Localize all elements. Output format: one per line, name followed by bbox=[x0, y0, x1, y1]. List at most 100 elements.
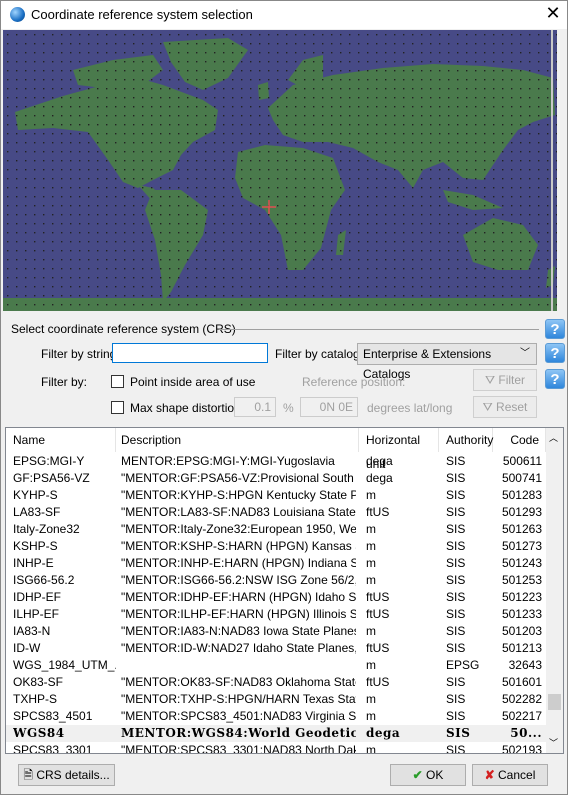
cell-code: 501223 bbox=[501, 590, 542, 604]
max-shape-label: Max shape distortion: bbox=[130, 401, 245, 415]
table-row[interactable]: SPCS83_4501 "MENTOR:SPCS83_4501:NAD83 Vir… bbox=[6, 708, 546, 725]
table-row[interactable]: SPCS83_3301 "MENTOR:SPCS83_3301:NAD83 Nor… bbox=[6, 742, 546, 754]
column-header-authority[interactable]: Authority bbox=[439, 428, 493, 452]
degrees-label: degrees lat/long bbox=[367, 401, 453, 415]
filter-button[interactable]: ⛛ Filter bbox=[473, 369, 537, 391]
max-shape-checkbox[interactable] bbox=[111, 401, 124, 414]
scroll-down-icon[interactable]: ﹀ bbox=[549, 736, 558, 749]
point-inside-checkbox[interactable] bbox=[111, 375, 124, 388]
cell-description: "MENTOR:KYHP-S:HPGN Kentucky State Pla..… bbox=[121, 488, 356, 502]
cell-authority: SIS bbox=[446, 624, 466, 638]
cell-code: 50... bbox=[510, 726, 542, 740]
table-row[interactable]: KYHP-S "MENTOR:KYHP-S:HPGN Kentucky State… bbox=[6, 487, 546, 504]
table-row[interactable]: WGS84 MENTOR:WGS84:World Geodetic Sy... de… bbox=[6, 725, 546, 742]
cell-description: "MENTOR:IA83-N:NAD83 Iowa State Planes, … bbox=[121, 624, 356, 638]
cancel-button[interactable]: ✘ Cancel bbox=[472, 764, 548, 786]
cell-horizontal-unit: m bbox=[366, 488, 376, 502]
cell-name: SPCS83_3301 bbox=[13, 743, 93, 754]
help-icon[interactable]: ? bbox=[545, 343, 565, 363]
chevron-down-icon: ﹀ bbox=[520, 348, 530, 359]
cell-description: "MENTOR:ISG66-56.2:NSW ISG Zone 56/2, ..… bbox=[121, 573, 356, 587]
table-row[interactable]: KSHP-S "MENTOR:KSHP-S:HARN (HPGN) Kansas … bbox=[6, 538, 546, 555]
table-row[interactable]: EPSG:MGI-Y MENTOR:EPSG:MGI-Y:MGI-Yugoslav… bbox=[6, 453, 546, 470]
distortion-input[interactable]: 0.1 bbox=[234, 397, 276, 417]
checkmark-icon: ✔ bbox=[412, 768, 423, 782]
table-row[interactable]: GF:PSA56-VZ "MENTOR:GF:PSA56-VZ:Provision… bbox=[6, 470, 546, 487]
vertical-scrollbar[interactable]: ︿ ﹀ bbox=[546, 428, 563, 753]
catalog-dropdown[interactable]: Enterprise & Extensions Catalogs ﹀ bbox=[357, 343, 537, 381]
cancel-x-icon: ✘ bbox=[484, 768, 495, 782]
cell-authority: SIS bbox=[446, 709, 466, 723]
cell-description: "MENTOR:LA83-SF:NAD83 Louisiana State Pl… bbox=[121, 505, 356, 519]
cell-code: 32643 bbox=[508, 658, 542, 672]
reset-button[interactable]: ⛛ Reset bbox=[473, 396, 537, 418]
cell-code: 501263 bbox=[501, 522, 542, 536]
cell-authority: SIS bbox=[446, 726, 471, 740]
group-divider bbox=[219, 329, 539, 330]
cell-name: SPCS83_4501 bbox=[13, 709, 93, 723]
column-header-horizontal-unit[interactable]: Horizontal unit bbox=[359, 428, 439, 471]
reset-filter-icon: ⛛ bbox=[482, 400, 493, 414]
table-row[interactable]: WGS_1984_UTM_... m EPSG 32643 bbox=[6, 657, 546, 674]
cell-description: "MENTOR:INHP-E:HARN (HPGN) Indiana Sta..… bbox=[121, 556, 356, 570]
filter-string-input[interactable] bbox=[112, 343, 268, 363]
table-row[interactable]: TXHP-S "MENTOR:TXHP-S:HPGN/HARN Texas Sta… bbox=[6, 691, 546, 708]
cell-horizontal-unit: dega bbox=[366, 726, 401, 740]
cell-description: "MENTOR:SPCS83_4501:NAD83 Virginia Stat.… bbox=[121, 709, 356, 723]
cell-authority: SIS bbox=[446, 505, 466, 519]
help-icon[interactable]: ? bbox=[545, 369, 565, 389]
cell-authority: SIS bbox=[446, 454, 466, 468]
cell-name: EPSG:MGI-Y bbox=[13, 454, 85, 468]
cell-authority: SIS bbox=[446, 556, 466, 570]
cell-description: "MENTOR:SPCS83_3301:NAD83 North Dako... bbox=[121, 743, 356, 754]
table-row[interactable]: INHP-E "MENTOR:INHP-E:HARN (HPGN) Indiana… bbox=[6, 555, 546, 572]
column-header-description[interactable]: Description bbox=[116, 428, 359, 452]
help-icon[interactable]: ? bbox=[545, 319, 565, 339]
crs-table[interactable]: Name Description Horizontal unit Authori… bbox=[5, 427, 564, 754]
cell-name: ILHP-EF bbox=[13, 607, 60, 621]
cell-description: "MENTOR:GF:PSA56-VZ:Provisional South A.… bbox=[121, 471, 356, 485]
ok-button[interactable]: ✔ OK bbox=[390, 764, 466, 786]
cell-code: 501233 bbox=[501, 607, 542, 621]
cell-code: 501283 bbox=[501, 488, 542, 502]
table-row[interactable]: IDHP-EF "MENTOR:IDHP-EF:HARN (HPGN) Idaho… bbox=[6, 589, 546, 606]
close-icon[interactable]: ✕ bbox=[541, 3, 565, 24]
position-input[interactable]: 0N 0E bbox=[300, 397, 358, 417]
cell-authority: SIS bbox=[446, 675, 466, 689]
cell-code: 501253 bbox=[501, 573, 542, 587]
cell-description: "MENTOR:ID-W:NAD27 Idaho State Planes, .… bbox=[121, 641, 356, 655]
cell-authority: SIS bbox=[446, 743, 466, 754]
table-row[interactable]: ILHP-EF "MENTOR:ILHP-EF:HARN (HPGN) Illin… bbox=[6, 606, 546, 623]
table-row[interactable]: IA83-N "MENTOR:IA83-N:NAD83 Iowa State Pl… bbox=[6, 623, 546, 640]
column-header-code[interactable]: Code bbox=[493, 428, 546, 452]
column-header-name[interactable]: Name bbox=[6, 428, 116, 452]
cell-description: MENTOR:WGS84:World Geodetic Sy... bbox=[121, 726, 356, 740]
cell-horizontal-unit: m bbox=[366, 624, 376, 638]
cell-horizontal-unit: m bbox=[366, 556, 376, 570]
cell-name: ISG66-56.2 bbox=[13, 573, 75, 587]
table-row[interactable]: Italy-Zone32 "MENTOR:Italy-Zone32:Europea… bbox=[6, 521, 546, 538]
cell-description: "MENTOR:Italy-Zone32:European 1950, West… bbox=[121, 522, 356, 536]
cell-code: 501243 bbox=[501, 556, 542, 570]
cell-horizontal-unit: m bbox=[366, 573, 376, 587]
cell-code: 501293 bbox=[501, 505, 542, 519]
cell-name: WGS84 bbox=[13, 726, 65, 740]
table-row[interactable]: ISG66-56.2 "MENTOR:ISG66-56.2:NSW ISG Zon… bbox=[6, 572, 546, 589]
table-row[interactable]: OK83-SF "MENTOR:OK83-SF:NAD83 Oklahoma St… bbox=[6, 674, 546, 691]
scroll-up-icon[interactable]: ︿ bbox=[549, 431, 558, 444]
scroll-thumb[interactable] bbox=[548, 694, 561, 710]
cell-horizontal-unit: m bbox=[366, 692, 376, 706]
table-row[interactable]: LA83-SF "MENTOR:LA83-SF:NAD83 Louisiana S… bbox=[6, 504, 546, 521]
table-row[interactable]: ID-W "MENTOR:ID-W:NAD27 Idaho State Plane… bbox=[6, 640, 546, 657]
cell-horizontal-unit: m bbox=[366, 522, 376, 536]
world-map[interactable] bbox=[3, 30, 557, 311]
crs-details-button[interactable]: 🗎 CRS details... bbox=[18, 764, 115, 786]
cell-code: 500741 bbox=[501, 471, 542, 485]
cell-name: IA83-N bbox=[13, 624, 51, 638]
cell-code: 500611 bbox=[502, 454, 542, 468]
cell-horizontal-unit: dega bbox=[366, 454, 393, 468]
point-inside-label: Point inside area of use bbox=[130, 375, 256, 389]
cell-authority: SIS bbox=[446, 692, 466, 706]
cell-horizontal-unit: m bbox=[366, 709, 376, 723]
filter-string-label: Filter by string: bbox=[41, 347, 120, 361]
